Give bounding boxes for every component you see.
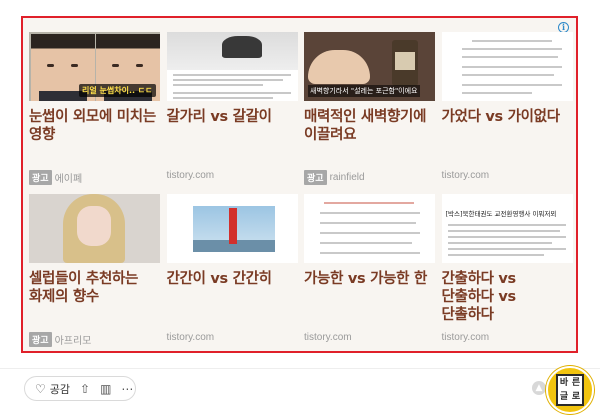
thumbnail-caption: 새벽향기라서 "설레는 포근함"이에요	[308, 85, 420, 97]
card-thumbnail[interactable]	[166, 194, 298, 263]
card-source: tistory.com	[304, 332, 352, 343]
badge-char: 글	[559, 392, 569, 402]
card-thumbnail[interactable]	[166, 32, 298, 101]
card-thumbnail[interactable]	[441, 32, 573, 101]
ad-card[interactable]: 리얼 눈썹차이.. ㄷㄷ 눈썹이 외모에 미치는 영향 광고 에이폐	[29, 32, 160, 194]
ad-grid: 리얼 눈썹차이.. ㄷㄷ 눈썹이 외모에 미치는 영향 광고 에이폐 갈가리 v…	[29, 32, 573, 356]
card-meta: tistory.com	[442, 332, 490, 343]
card-thumbnail[interactable]	[29, 194, 160, 263]
ad-card[interactable]: 가었다 vs 가이없다 tistory.com	[441, 32, 573, 194]
ad-card[interactable]: 셀럽들이 추천하는 화제의 향수 광고 아프리모	[29, 194, 160, 356]
card-thumbnail[interactable]: [박스]북한태권도 교전환영행사 이뭐저뫼	[441, 194, 573, 263]
card-source: tistory.com	[166, 170, 215, 181]
ad-card[interactable]: [박스]북한태권도 교전환영행사 이뭐저뫼 간출하다 vs 단출하다 vs 단촐…	[441, 194, 573, 356]
post-actions: ♡ 공감 ⇧ ▥ ⋯	[24, 376, 136, 401]
card-title[interactable]: 가었다 vs 가이없다	[442, 108, 573, 126]
card-source: rainfield	[329, 172, 365, 183]
card-meta: 광고 rainfield	[304, 170, 365, 185]
share-icon[interactable]: ⇧	[80, 382, 90, 396]
card-thumbnail[interactable]	[304, 194, 435, 263]
card-title[interactable]: 가능한 vs 가능한 한	[304, 270, 435, 288]
card-title[interactable]: 간출하다 vs 단출하다 vs 단촐하다	[442, 270, 573, 324]
badge-char: 바	[559, 378, 569, 388]
ad-card[interactable]: 가능한 vs 가능한 한 tistory.com	[304, 194, 435, 356]
heart-icon[interactable]: ♡	[35, 382, 46, 396]
card-title[interactable]: 셀럽들이 추천하는 화제의 향수	[29, 270, 160, 306]
scroll-top-icon[interactable]: ▲	[532, 381, 546, 395]
more-icon[interactable]: ⋯	[121, 382, 133, 396]
card-title[interactable]: 매력적인 새벽향기에 이끌려요	[304, 108, 435, 144]
ad-card[interactable]: 간간이 vs 간간히 tistory.com	[166, 194, 298, 356]
thumbnail-caption: 리얼 눈썹차이.. ㄷㄷ	[79, 84, 156, 97]
card-meta: 광고 아프리모	[29, 332, 91, 347]
like-label[interactable]: 공감	[50, 381, 70, 397]
ad-badge: 광고	[304, 170, 327, 185]
card-meta: tistory.com	[167, 170, 215, 181]
card-meta: tistory.com	[304, 332, 352, 343]
stats-icon[interactable]: ▥	[100, 382, 111, 396]
card-thumbnail[interactable]: 리얼 눈썹차이.. ㄷㄷ	[29, 32, 160, 101]
card-meta: 광고 에이폐	[29, 170, 82, 185]
ad-card[interactable]: 갈가리 vs 갈갈이 tistory.com	[166, 32, 298, 194]
ad-frame: i 리얼 눈썹차이.. ㄷㄷ 눈썹이 외모에 미치는 영향 광고 에이폐 갈가리…	[21, 16, 578, 353]
thumbnail-caption: [박스]북한태권도 교전환영행사 이뭐저뫼	[445, 210, 557, 218]
card-source: 아프리모	[54, 336, 92, 347]
card-source: tistory.com	[441, 170, 490, 181]
card-title[interactable]: 눈썹이 외모에 미치는 영향	[29, 108, 160, 144]
divider	[0, 368, 600, 369]
card-title[interactable]: 갈가리 vs 갈갈이	[167, 108, 298, 126]
card-source: tistory.com	[166, 332, 215, 343]
card-source: 에이폐	[54, 174, 83, 185]
card-thumbnail[interactable]: 새벽향기라서 "설레는 포근함"이에요	[304, 32, 435, 101]
card-meta: tistory.com	[167, 332, 215, 343]
badge-char: 로	[571, 392, 581, 402]
blog-badge-logo[interactable]: 바 른 글 로	[546, 366, 594, 414]
card-meta: tistory.com	[442, 170, 490, 181]
ad-badge: 광고	[29, 170, 52, 185]
badge-mark: 바 른 글 로	[556, 374, 584, 406]
card-title[interactable]: 간간이 vs 간간히	[167, 270, 298, 288]
badge-char: 른	[571, 378, 581, 388]
card-source: tistory.com	[441, 332, 490, 343]
ad-card[interactable]: 새벽향기라서 "설레는 포근함"이에요 매력적인 새벽향기에 이끌려요 광고 r…	[304, 32, 435, 194]
ad-badge: 광고	[29, 332, 52, 347]
